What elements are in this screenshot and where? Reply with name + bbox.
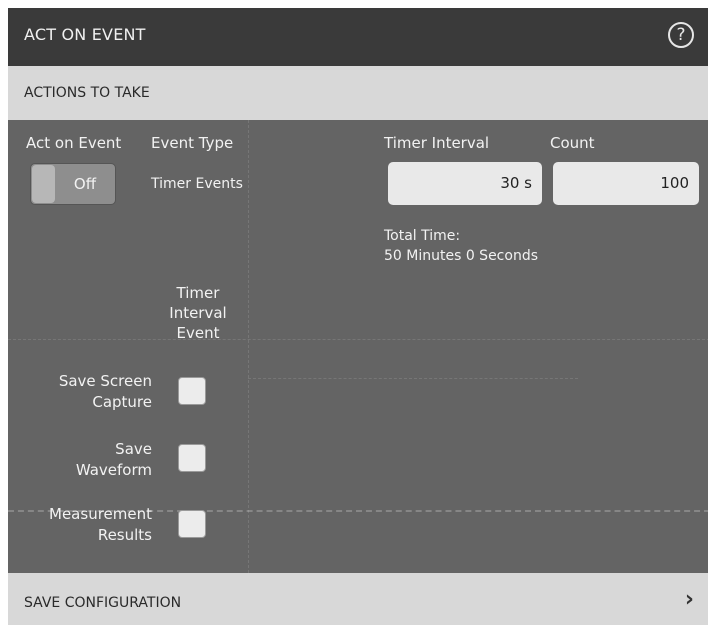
label-line: Save Screen	[58, 372, 152, 390]
total-time-label: Total Time:	[384, 228, 461, 244]
act-on-event-toggle[interactable]: Off	[30, 163, 116, 205]
total-time-value: 50 Minutes 0 Seconds	[384, 248, 538, 264]
actions-section-header[interactable]: ACTIONS TO TAKE	[8, 66, 708, 120]
label-line: Results	[97, 526, 152, 544]
save-screen-capture-checkbox[interactable]	[178, 377, 206, 405]
save-configuration-label: SAVE CONFIGURATION	[24, 595, 182, 611]
header-line: Event	[176, 324, 220, 342]
save-configuration-row[interactable]: SAVE CONFIGURATION ›	[8, 573, 708, 625]
label-line: Capture	[92, 393, 152, 411]
timer-interval-field[interactable]: 30 s	[388, 162, 542, 205]
count-label: Count	[550, 134, 595, 152]
event-type-value: Timer Events	[151, 176, 243, 192]
save-screen-capture-label: Save Screen Capture	[18, 371, 152, 413]
timer-interval-label: Timer Interval	[384, 134, 490, 152]
section-title: ACTIONS TO TAKE	[24, 85, 150, 101]
grid-line	[248, 378, 578, 379]
event-type-label: Event Type	[151, 134, 234, 152]
act-on-event-panel: ACT ON EVENT ? ACTIONS TO TAKE Act on Ev…	[8, 8, 708, 625]
measurement-results-checkbox[interactable]	[178, 510, 206, 538]
measurement-results-label: Measurement Results	[18, 504, 152, 546]
timer-interval-event-header: Timer Interval Event	[148, 283, 248, 343]
save-waveform-label: Save Waveform	[18, 439, 152, 481]
grid-line	[8, 339, 708, 340]
act-on-event-label: Act on Event	[26, 134, 122, 152]
toggle-knob	[32, 165, 55, 203]
save-waveform-checkbox[interactable]	[178, 444, 206, 472]
panel-title: ACT ON EVENT	[24, 25, 146, 44]
chevron-right-icon: ›	[684, 587, 694, 612]
header-line: Timer	[176, 284, 220, 302]
count-field[interactable]: 100	[553, 162, 699, 205]
label-line: Save	[115, 440, 152, 458]
header-line: Interval	[169, 304, 227, 322]
label-line: Waveform	[75, 461, 152, 479]
label-line: Measurement	[49, 505, 152, 523]
toggle-state: Off	[73, 175, 97, 193]
help-icon[interactable]: ?	[668, 22, 694, 48]
title-bar: ACT ON EVENT ?	[8, 8, 708, 66]
grid-line	[248, 120, 249, 573]
